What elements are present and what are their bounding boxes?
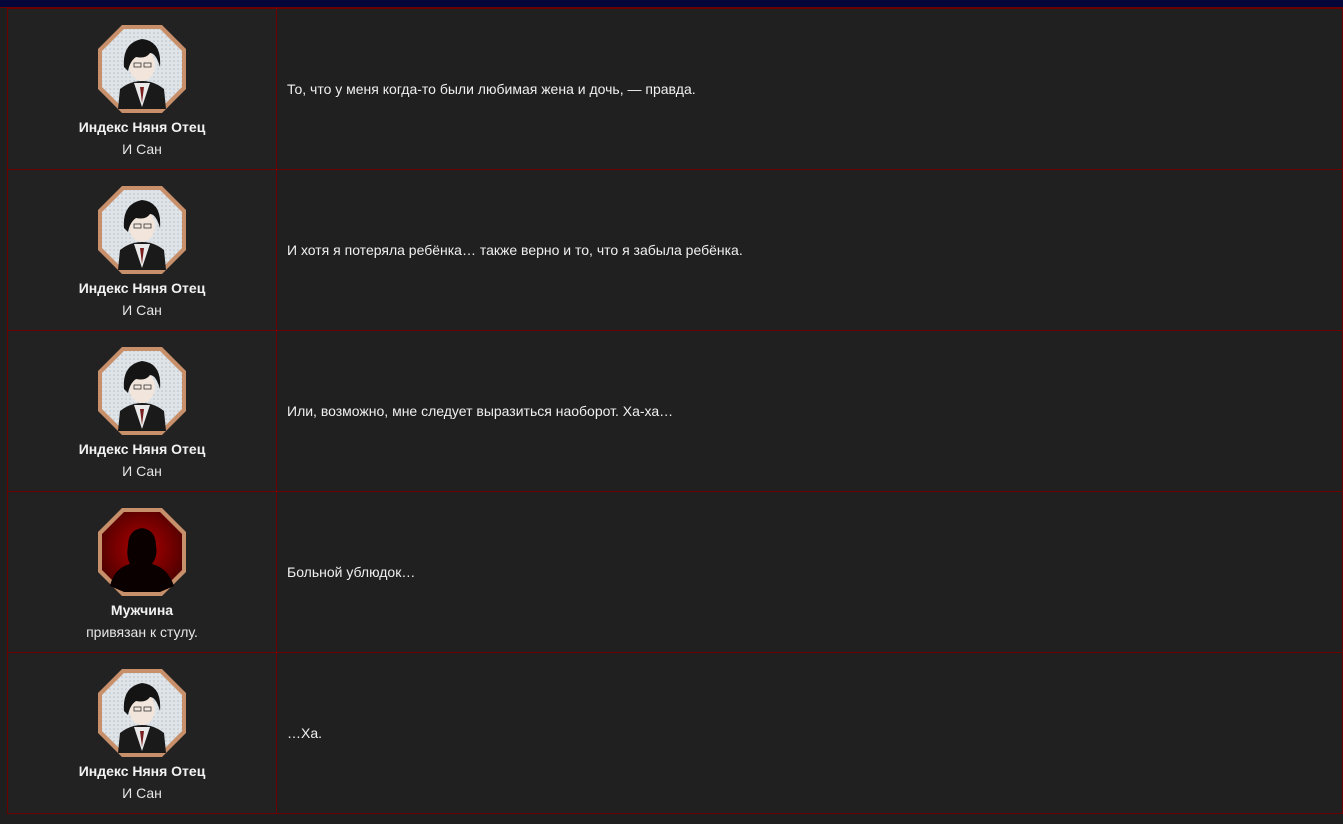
- speaker-cell: Индекс Няня Отец И Сан: [7, 169, 277, 331]
- silhouette-portrait-icon: [98, 507, 186, 596]
- dialogue-line: …Ха.: [276, 652, 1343, 814]
- dialogue-row: Индекс Няня Отец И Сан То, что у меня ко…: [7, 8, 1343, 170]
- speaker-subtitle: И Сан: [122, 784, 162, 801]
- dialogue-line: То, что у меня когда-то были любимая жен…: [276, 8, 1343, 170]
- dialogue-row: Мужчина привязан к стулу. Больной ублюдо…: [7, 491, 1343, 653]
- speaker-subtitle: И Сан: [122, 140, 162, 157]
- speaker-cell: Мужчина привязан к стулу.: [7, 491, 277, 653]
- speaker-cell: Индекс Няня Отец И Сан: [7, 652, 277, 814]
- dialogue-line: Больной ублюдок…: [276, 491, 1343, 653]
- bottom-strip: [0, 815, 1343, 824]
- dialogue-line: Или, возможно, мне следует выразиться на…: [276, 330, 1343, 492]
- dialogue-row: Индекс Няня Отец И Сан …Ха.: [7, 652, 1343, 814]
- speaker-name: Индекс Няня Отец: [78, 440, 206, 457]
- speaker-cell: Индекс Няня Отец И Сан: [7, 8, 277, 170]
- speaker-name: Мужчина: [110, 601, 174, 618]
- dialogue-row: Индекс Няня Отец И Сан И хотя я потеряла…: [7, 169, 1343, 331]
- dialogue-table: Индекс Няня Отец И Сан То, что у меня ко…: [7, 8, 1343, 814]
- index-father-portrait-icon: [98, 185, 186, 274]
- index-father-portrait-icon: [98, 668, 186, 757]
- index-father-portrait-icon: [98, 24, 186, 113]
- dialogue-row: Индекс Няня Отец И Сан Или, возможно, мн…: [7, 330, 1343, 492]
- index-father-portrait-icon: [98, 346, 186, 435]
- speaker-subtitle: И Сан: [122, 462, 162, 479]
- speaker-name: Индекс Няня Отец: [78, 762, 206, 779]
- speaker-name: Индекс Няня Отец: [78, 118, 206, 135]
- top-bar: [0, 0, 1343, 8]
- speaker-cell: Индекс Няня Отец И Сан: [7, 330, 277, 492]
- speaker-subtitle: И Сан: [122, 301, 162, 318]
- dialogue-line: И хотя я потеряла ребёнка… также верно и…: [276, 169, 1343, 331]
- speaker-name: Индекс Няня Отец: [78, 279, 206, 296]
- speaker-subtitle: привязан к стулу.: [86, 623, 198, 640]
